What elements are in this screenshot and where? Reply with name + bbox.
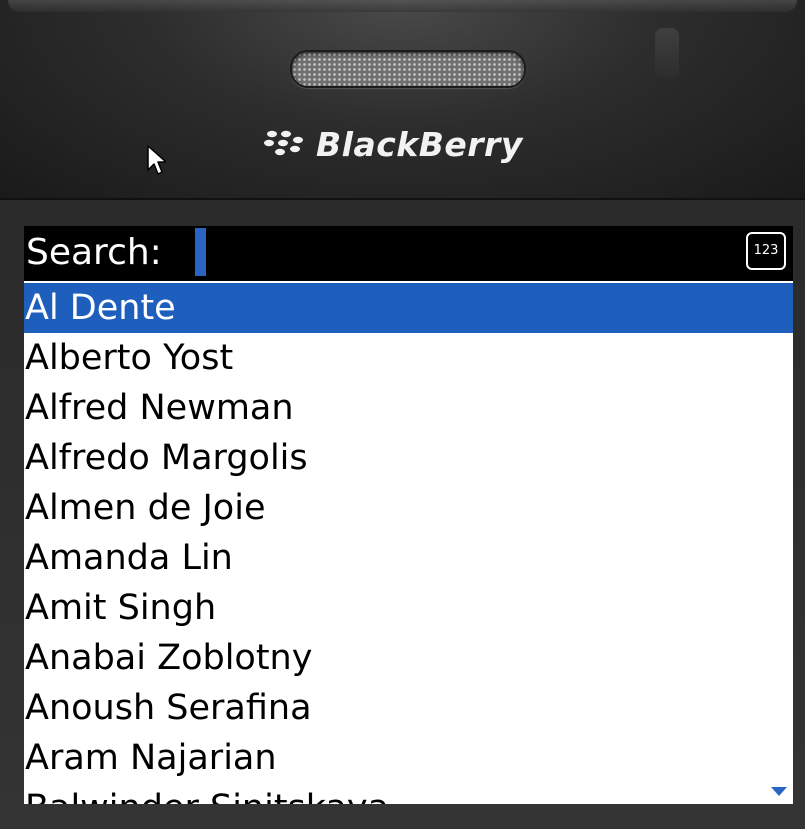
- search-bar: Search: 123: [24, 226, 793, 281]
- led-indicator: [655, 28, 679, 78]
- contact-list[interactable]: Al Dente Alberto Yost Alfred Newman Alfr…: [24, 283, 793, 804]
- mouse-pointer-icon: [147, 145, 166, 175]
- list-item[interactable]: Amanda Lin: [24, 533, 793, 583]
- list-item[interactable]: Alfredo Margolis: [24, 433, 793, 483]
- search-input[interactable]: [192, 228, 752, 278]
- list-item[interactable]: Al Dente: [24, 283, 793, 333]
- device-frame: BlackBerry Search: 123 Al Dente Alberto …: [0, 0, 805, 829]
- list-item[interactable]: Anabai Zoblotny: [24, 633, 793, 683]
- speaker-grille: [290, 50, 526, 88]
- scroll-down-arrow-icon[interactable]: [771, 787, 787, 796]
- search-label: Search:: [26, 232, 162, 273]
- list-item[interactable]: Anoush Serafina: [24, 683, 793, 733]
- text-caret: [195, 228, 206, 276]
- list-item[interactable]: Alberto Yost: [24, 333, 793, 383]
- brand-name: BlackBerry: [316, 124, 523, 164]
- device-bezel: BlackBerry: [0, 0, 805, 200]
- input-mode-indicator[interactable]: 123: [746, 232, 786, 270]
- list-item[interactable]: Alfred Newman: [24, 383, 793, 433]
- list-item[interactable]: Aram Najarian: [24, 733, 793, 783]
- list-item[interactable]: Almen de Joie: [24, 483, 793, 533]
- list-item[interactable]: Balwinder Sinitskaya: [24, 783, 793, 804]
- brand: BlackBerry: [262, 118, 523, 170]
- blackberry-logo-icon: [264, 130, 303, 156]
- device-screen: Search: 123 Al Dente Alberto Yost Alfred…: [24, 226, 793, 804]
- list-item[interactable]: Amit Singh: [24, 583, 793, 633]
- bezel-edge: [8, 0, 797, 12]
